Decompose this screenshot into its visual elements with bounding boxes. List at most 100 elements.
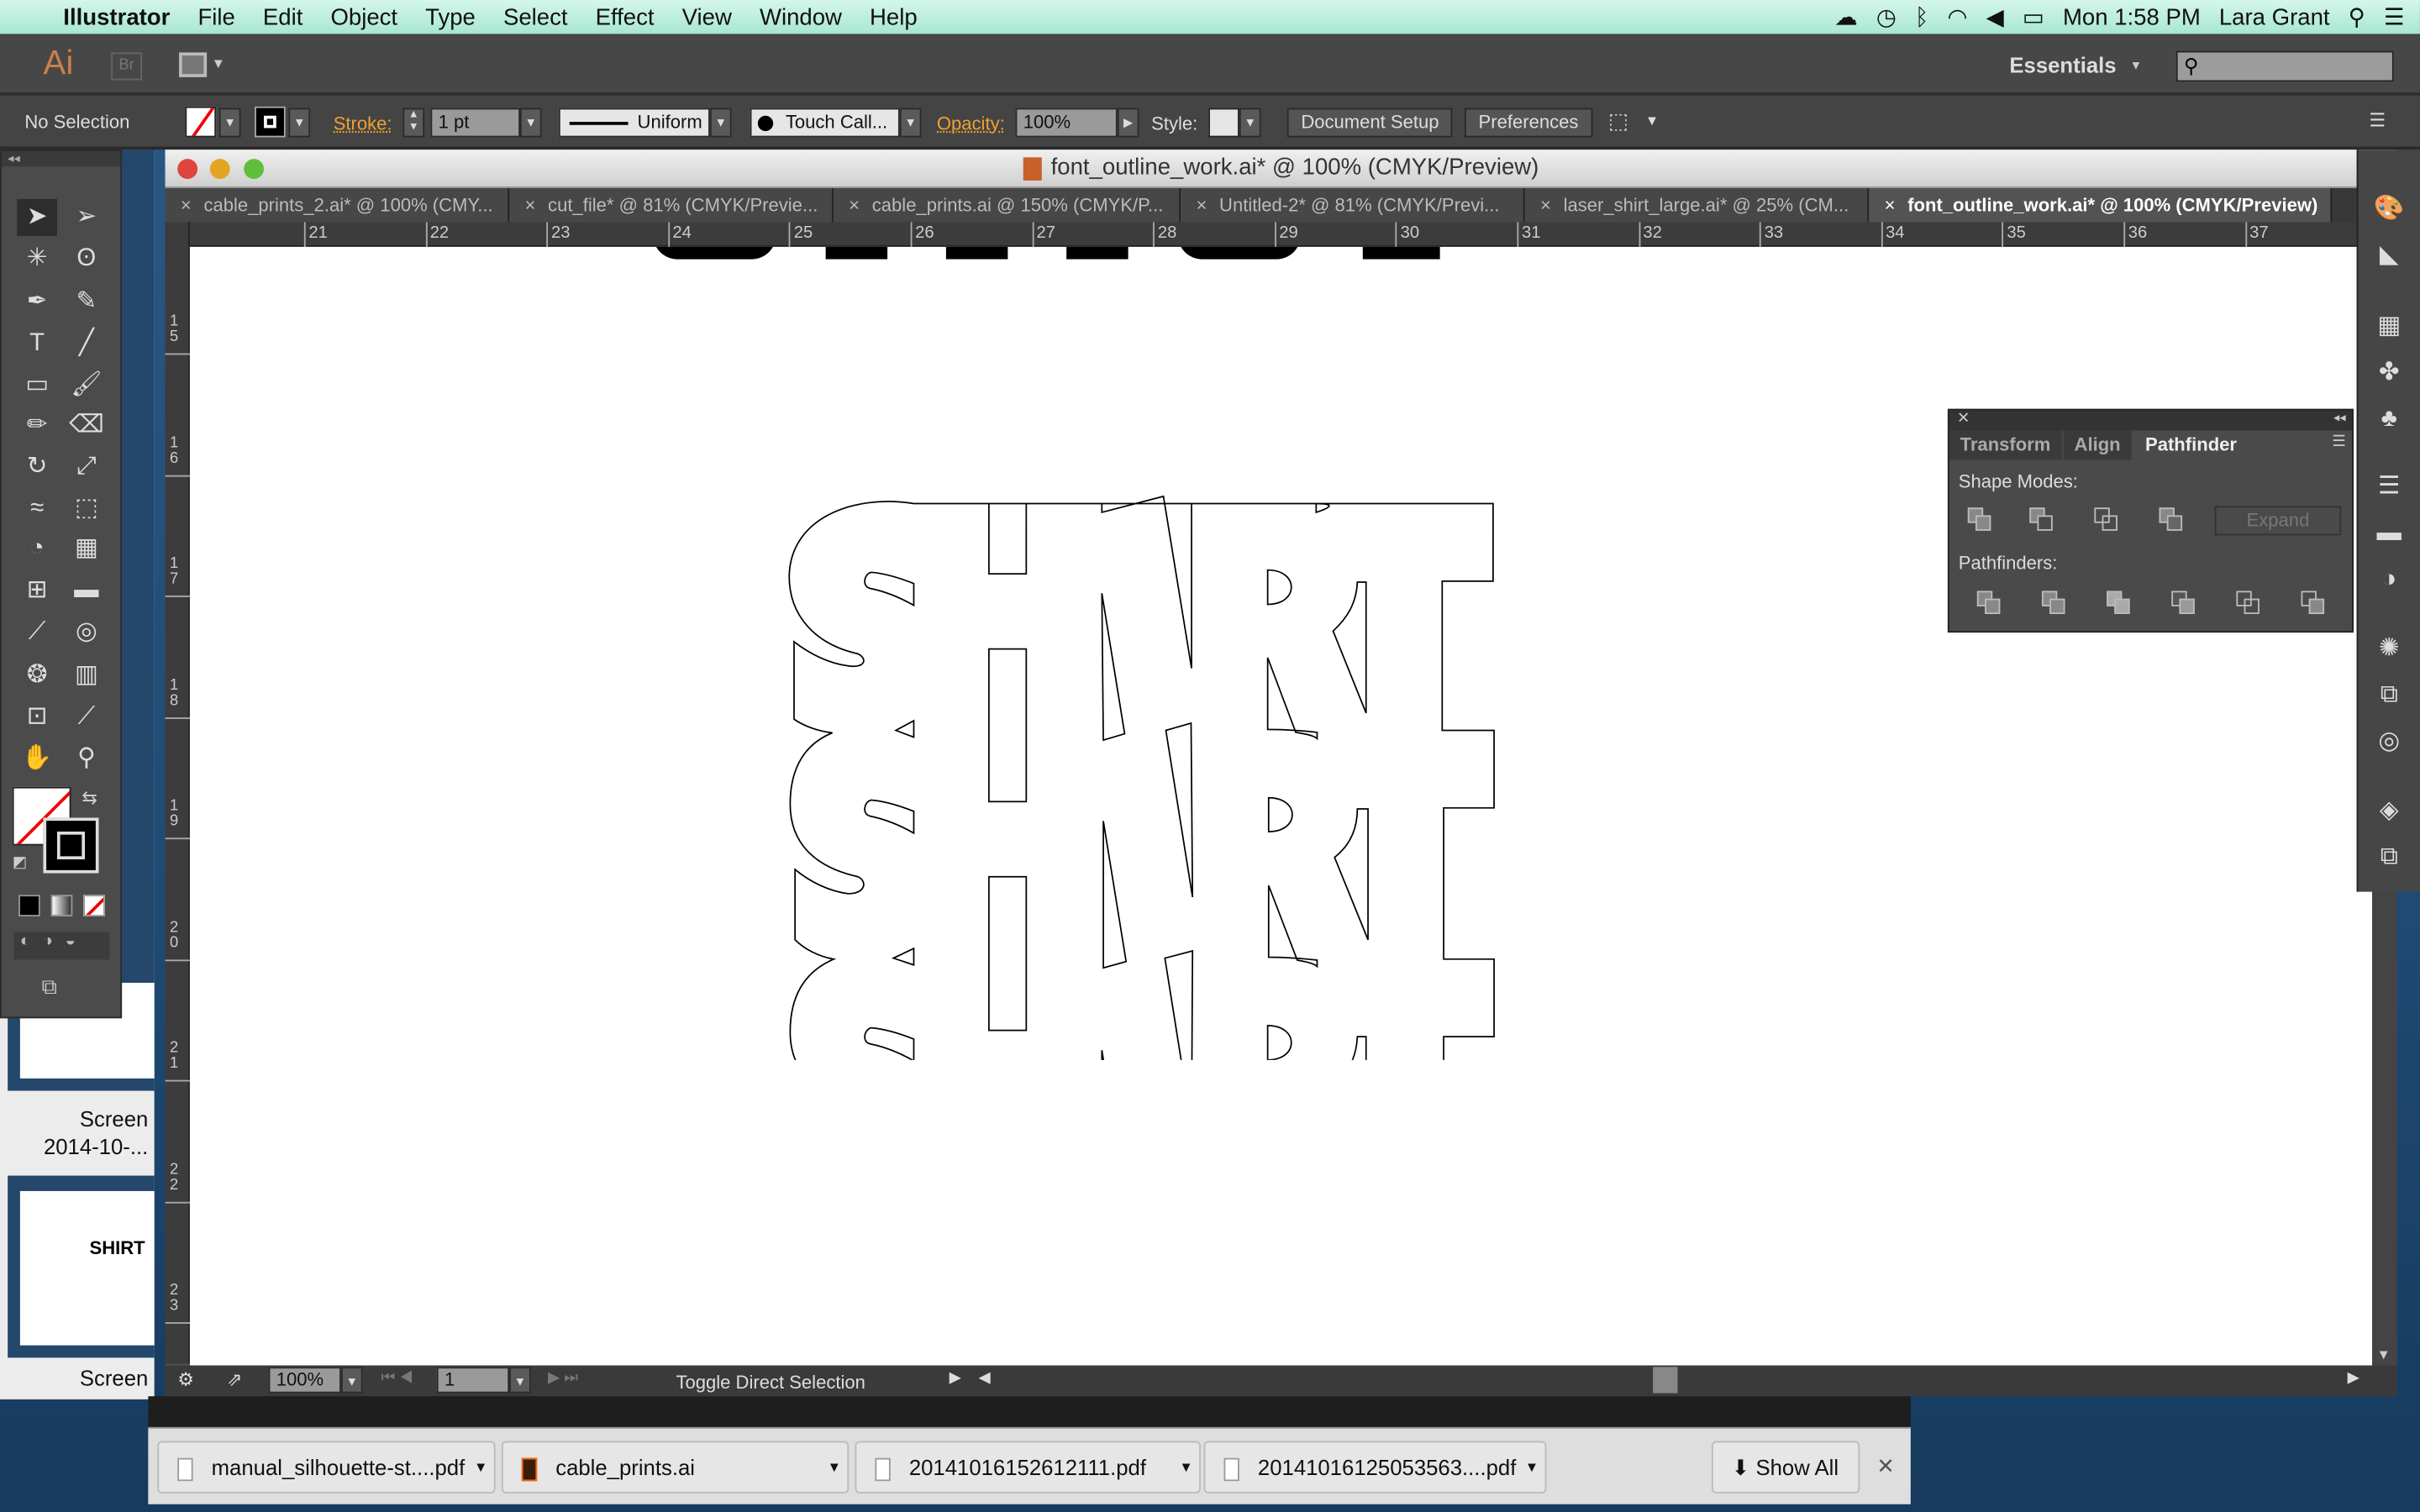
minus-back-icon[interactable] (2301, 591, 2326, 615)
screen-mode-icon[interactable]: ⧉ (42, 974, 57, 1000)
horizontal-scroll-thumb[interactable] (1653, 1367, 1678, 1394)
chevron-down-icon[interactable]: ▼ (1645, 113, 1659, 128)
tab-cut-file[interactable]: × cut_file* @ 81% (CMYK/Previe... (509, 188, 834, 223)
gradient-panel-icon[interactable]: ▬ (2372, 517, 2406, 550)
brush-dropdown[interactable]: ▼ (899, 108, 922, 138)
artboard-tool-icon[interactable]: ⊡ (17, 699, 57, 736)
artboards-icon[interactable]: ⧉ (2372, 841, 2406, 874)
zoom-dropdown[interactable]: ▼ (340, 1367, 363, 1394)
tab-cable-prints[interactable]: × cable_prints.ai @ 150% (CMYK/P... (833, 188, 1181, 223)
drawing-modes-icon[interactable]: ◐◑◒ (13, 932, 110, 960)
opacity-slider-button[interactable]: ▶ (1117, 108, 1139, 138)
close-tab-icon[interactable]: × (181, 194, 192, 216)
curvature-tool-icon[interactable]: ✎ (66, 284, 107, 321)
first-artboard-icon[interactable]: ⏮ ◀ (381, 1370, 413, 1387)
horizontal-ruler[interactable]: 21 22 23 24 25 26 27 28 29 30 31 32 33 34 35 36 37 (189, 222, 2373, 247)
magic-wand-tool-icon[interactable]: ✳ (17, 241, 57, 278)
wifi-icon[interactable]: ◠ (1948, 3, 1968, 31)
zoom-level-input[interactable]: 100% (268, 1367, 341, 1394)
chevron-down-icon[interactable]: ▼ (212, 55, 225, 71)
zoom-tool-icon[interactable]: ⚲ (66, 741, 107, 778)
close-downloads-icon[interactable]: ✕ (1876, 1453, 1895, 1479)
stroke-swatch[interactable] (255, 106, 286, 138)
help-search-input[interactable]: ⚲ (2175, 50, 2394, 82)
menu-help[interactable]: Help (855, 4, 931, 30)
screenshot-thumbnail[interactable]: SHIRT (8, 1175, 155, 1358)
tab-transform[interactable]: Transform (1949, 430, 2062, 460)
layers-icon[interactable]: ◈ (2372, 795, 2406, 828)
download-item[interactable]: 20141016152612111.pdf ▼ (855, 1441, 1201, 1494)
direct-selection-tool-icon[interactable]: ➢ (66, 199, 107, 236)
lasso-tool-icon[interactable]: ʘ (66, 241, 107, 278)
download-item[interactable]: 20141016125053563....pdf ▼ (1203, 1441, 1547, 1494)
stroke-weight-dropdown[interactable]: ▼ (519, 108, 542, 138)
graphic-styles-icon[interactable]: ⧉ (2372, 679, 2406, 712)
menu-type[interactable]: Type (412, 4, 490, 30)
eyedropper-tool-icon[interactable]: ⟋ (17, 614, 57, 651)
rotate-tool-icon[interactable]: ↻ (17, 449, 57, 486)
spotlight-icon[interactable]: ⚲ (2349, 3, 2365, 31)
panel-menu-icon[interactable]: ☰ (2332, 433, 2345, 450)
outline-icon[interactable] (2236, 591, 2260, 615)
menu-window[interactable]: Window (745, 4, 855, 30)
scroll-down-arrow[interactable]: ▼ (2377, 1347, 2391, 1362)
status-menu-arrow[interactable]: ▶ (950, 1370, 961, 1387)
perspective-grid-tool-icon[interactable]: ▦ (66, 531, 107, 568)
slice-tool-icon[interactable]: ⟋ (66, 699, 107, 736)
graphic-style-swatch[interactable] (1208, 108, 1239, 138)
chevron-down-icon[interactable]: ▼ (828, 1442, 841, 1492)
menu-effect[interactable]: Effect (581, 4, 668, 30)
status-text[interactable]: Toggle Direct Selection (676, 1372, 865, 1394)
time-machine-icon[interactable]: ◷ (1876, 3, 1897, 31)
shirt-outline-artwork[interactable] (756, 455, 1512, 1060)
arrange-documents-icon[interactable] (179, 52, 208, 77)
pencil-tool-icon[interactable]: ✏ (17, 407, 57, 444)
variable-width-profile[interactable]: Uniform (558, 108, 710, 138)
clock[interactable]: Mon 1:58 PM (2063, 4, 2201, 30)
chevron-down-icon[interactable]: ▼ (1179, 1442, 1192, 1492)
menu-object[interactable]: Object (317, 4, 412, 30)
pen-tool-icon[interactable]: ✒ (17, 284, 57, 321)
shape-builder-tool-icon[interactable]: ◔ (17, 531, 57, 568)
next-artboard-icon[interactable]: ▶ ⏭ (548, 1370, 578, 1387)
scroll-right-arrow[interactable]: ▶ (2348, 1370, 2360, 1387)
stroke-panel-icon[interactable]: ☰ (2372, 470, 2406, 504)
opacity-label[interactable]: Opacity: (937, 113, 1005, 134)
profile-dropdown[interactable]: ▼ (709, 108, 732, 138)
menu-edit[interactable]: Edit (249, 4, 317, 30)
fill-swatch[interactable] (185, 106, 217, 138)
collapse-panel-icon[interactable]: ◂◂ (2333, 411, 2346, 425)
merge-icon[interactable] (2107, 591, 2131, 615)
appearance-icon[interactable]: ✺ (2372, 633, 2406, 666)
close-tab-icon[interactable]: × (849, 194, 860, 216)
tab-laser-shirt-large[interactable]: × laser_shirt_large.ai* @ 25% (CM... (1524, 188, 1870, 223)
swap-colors-icon[interactable]: ⇆ (82, 787, 97, 809)
preferences-button[interactable]: Preferences (1465, 108, 1592, 138)
trim-icon[interactable] (2041, 591, 2066, 615)
rectangle-tool-icon[interactable]: ▭ (17, 367, 57, 404)
close-tab-icon[interactable]: × (1540, 194, 1551, 216)
tab-font-outline-work[interactable]: × font_outline_work.ai* @ 100% (CMYK/Prev… (1869, 188, 2333, 223)
tab-untitled-2[interactable]: × Untitled-2* @ 81% (CMYK/Previ... (1181, 188, 1525, 223)
blend-tool-icon[interactable]: ◎ (66, 614, 107, 651)
download-item[interactable]: manual_silhouette-st....pdf ▼ (157, 1441, 496, 1494)
chevron-down-icon[interactable]: ▼ (474, 1442, 487, 1492)
opacity-input[interactable]: 100% (1015, 108, 1118, 138)
divide-icon[interactable] (1976, 591, 2002, 615)
panel-menu-icon[interactable]: ☰ (2369, 109, 2386, 131)
gradient-mode-icon[interactable] (50, 895, 73, 916)
swatches-icon[interactable]: ▦ (2372, 310, 2406, 344)
download-item[interactable]: cable_prints.ai ▼ (501, 1441, 850, 1494)
brush-definition[interactable]: Touch Call... (750, 108, 900, 138)
chevron-down-icon[interactable]: ▼ (2130, 59, 2143, 73)
eraser-tool-icon[interactable]: ⌫ (66, 407, 107, 444)
minus-front-icon[interactable] (2029, 507, 2054, 532)
mesh-tool-icon[interactable]: ⊞ (17, 572, 57, 609)
workspace-switcher[interactable]: Essentials (2009, 52, 2116, 76)
transparency-icon[interactable]: ◑ (2372, 563, 2406, 596)
menu-view[interactable]: View (668, 4, 745, 30)
menu-app[interactable]: Illustrator (45, 4, 184, 30)
width-tool-icon[interactable]: ≈ (17, 491, 57, 528)
fill-dropdown[interactable]: ▼ (218, 108, 241, 138)
gradient-tool-icon[interactable]: ▬ (66, 572, 107, 609)
